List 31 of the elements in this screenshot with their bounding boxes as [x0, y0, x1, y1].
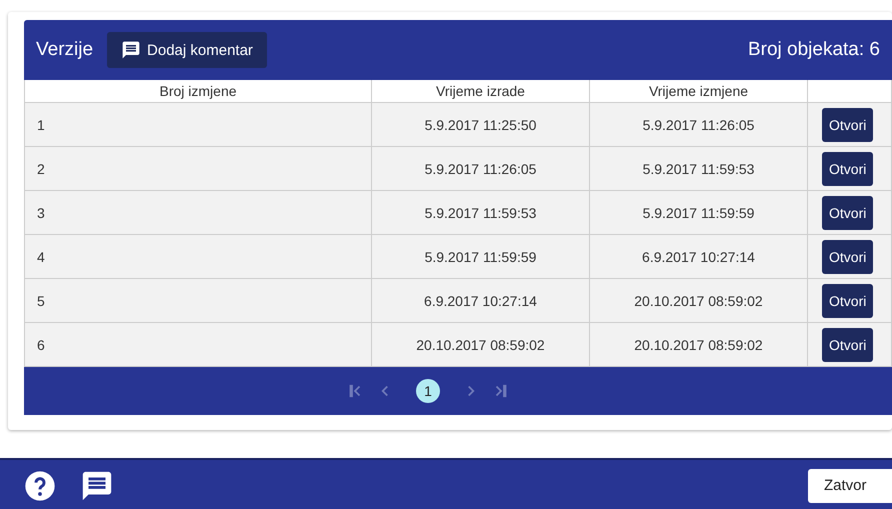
open-button[interactable]: Otvori	[822, 240, 874, 274]
table-cell: 1	[24, 102, 372, 146]
table-cell: 5.9.2017 11:25:50	[372, 102, 590, 146]
open-button[interactable]: Otvori	[822, 196, 874, 230]
table-cell: 6.9.2017 10:27:14	[590, 234, 808, 278]
page-button[interactable]: 1	[416, 379, 440, 403]
table-cell: 3	[24, 190, 372, 234]
table-cell: 5.9.2017 11:59:59	[372, 234, 590, 278]
comment-icon	[121, 40, 142, 60]
table-cell: 5.9.2017 11:59:59	[590, 190, 808, 234]
object-count: Broj objekata: 6	[748, 39, 880, 61]
table-cell: 20.10.2017 08:59:02	[372, 322, 590, 366]
table-cell: 5	[24, 278, 372, 322]
open-button[interactable]: Otvori	[822, 108, 874, 142]
close-button[interactable]: Zatvor	[808, 468, 892, 502]
open-button[interactable]: Otvori	[822, 284, 874, 318]
open-button[interactable]: Otvori	[822, 152, 874, 186]
table-cell: 2	[24, 146, 372, 190]
table-cell: 4	[24, 234, 372, 278]
help-icon[interactable]	[24, 470, 56, 502]
table-cell: 20.10.2017 08:59:02	[590, 322, 808, 366]
open-button[interactable]: Otvori	[822, 328, 874, 362]
add-comment-button[interactable]: Dodaj komentar	[107, 32, 267, 68]
table-cell: 6	[24, 322, 372, 366]
table-cell: 5.9.2017 11:26:05	[372, 146, 590, 190]
table-cell: 5.9.2017 11:26:05	[590, 102, 808, 146]
table-cell: 6.9.2017 10:27:14	[372, 278, 590, 322]
table-cell: 5.9.2017 11:59:53	[590, 146, 808, 190]
panel-title: Verzije	[36, 39, 94, 61]
table-cell: 5.9.2017 11:59:53	[372, 190, 590, 234]
table-cell: 20.10.2017 08:59:02	[590, 278, 808, 322]
